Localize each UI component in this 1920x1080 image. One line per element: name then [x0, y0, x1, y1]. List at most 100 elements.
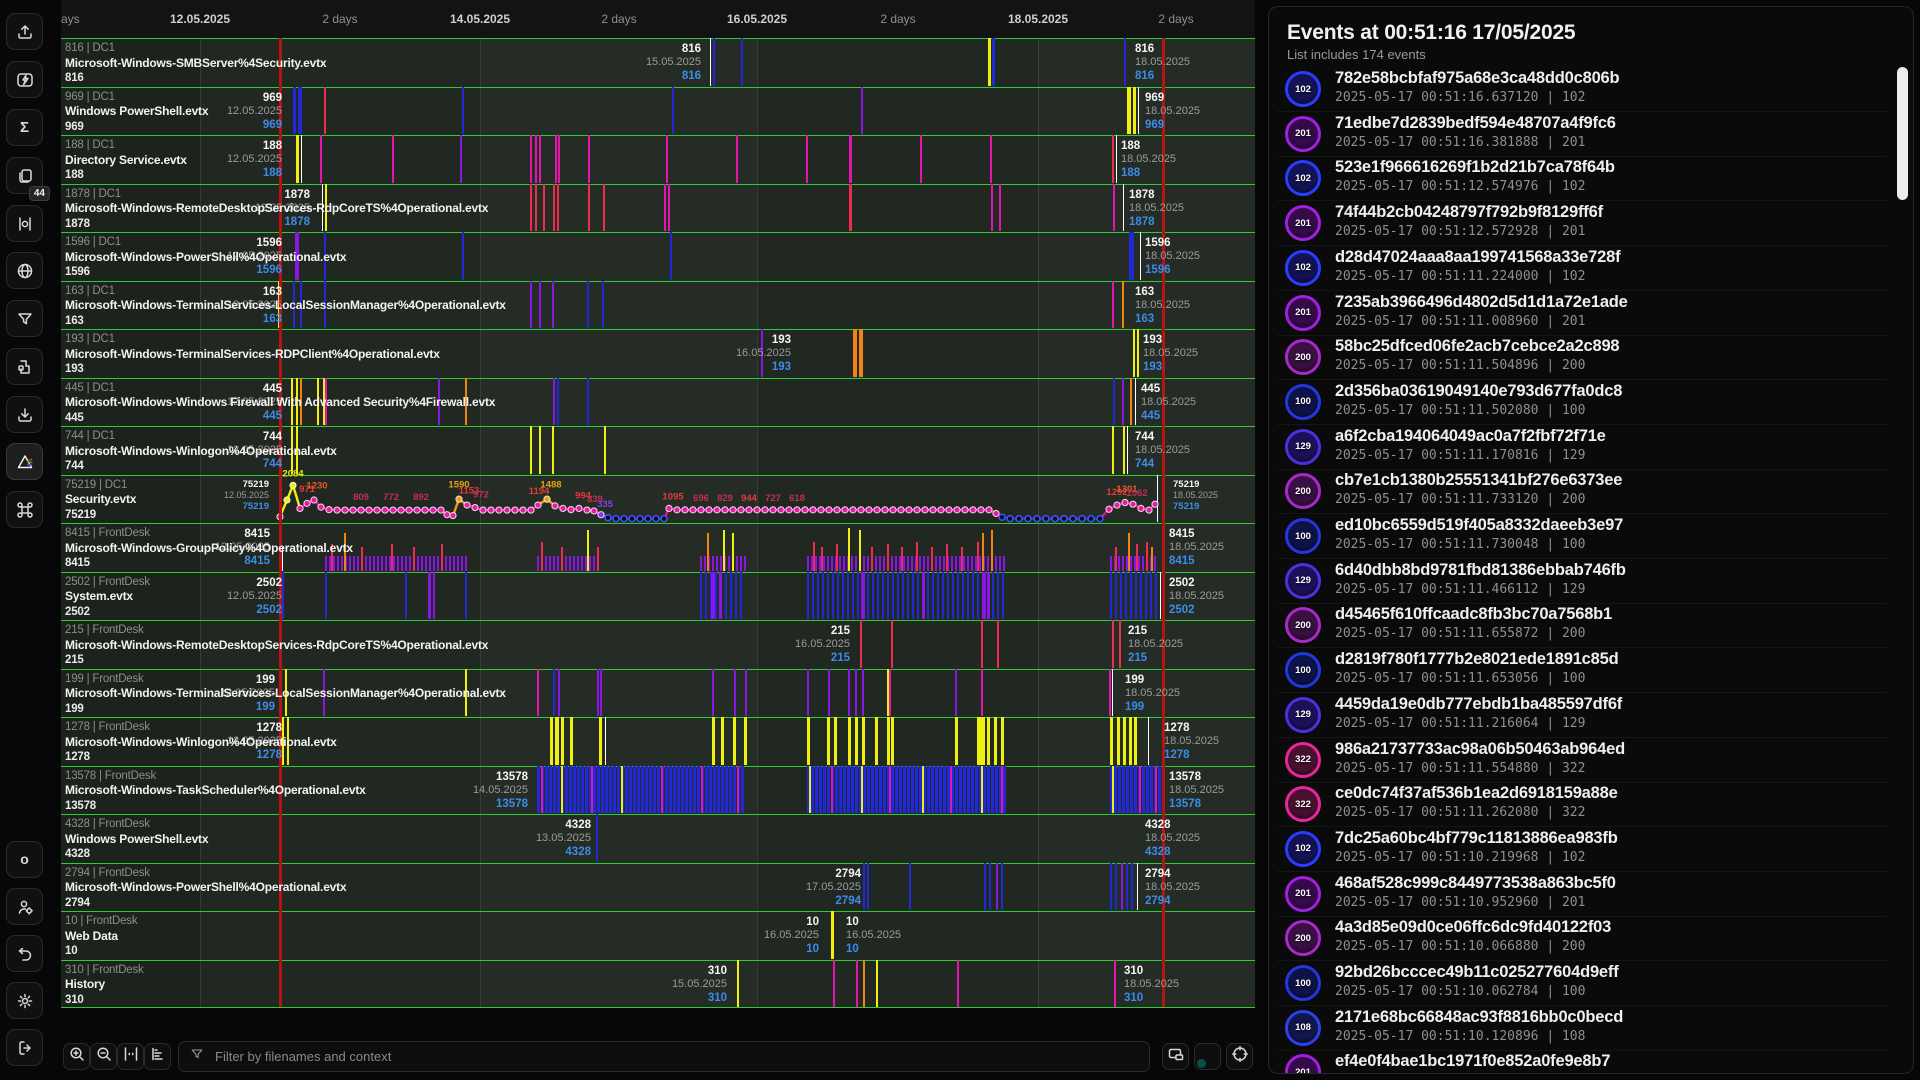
toolbar-button-zoom-out-icon[interactable] [90, 1043, 117, 1070]
sidebar-button-download-icon[interactable] [6, 396, 43, 433]
track-row[interactable]: 44512.05.202544544518.05.2025445445 | DC… [61, 378, 1255, 427]
event-list-item[interactable]: 100ed10bc6559d519f405a8332daeeb3e972025-… [1277, 514, 1887, 559]
time-cursor[interactable] [1162, 38, 1165, 1007]
event-list-item[interactable]: 102523e1f966616269f1b2d21b7ca78f64b2025-… [1277, 156, 1887, 201]
event-list-item[interactable]: 322ce0dc74f37af536b1ea2d6918159a88e2025-… [1277, 782, 1887, 827]
event-bar [553, 378, 555, 426]
track-count: 188 [65, 168, 187, 183]
track-label: 744 | DC1Microsoft-Windows-Winlogon%4Ope… [65, 429, 337, 474]
sidebar-button-copy-icon[interactable]: 44 [6, 157, 43, 194]
event-list-item[interactable]: 100d2819f780f1777b2e8021ede1891c85d2025-… [1277, 648, 1887, 693]
timeline-area[interactable]: ays12.05.20252 days14.05.20252 days16.05… [61, 0, 1255, 1008]
track-row[interactable]: 2084971123080977289215901153972119414889… [61, 475, 1255, 524]
track-row[interactable]: 279417.05.20252794279418.05.202527942794… [61, 863, 1255, 912]
event-list-item[interactable]: 129a6f2cba194064049ac0a7f2fbf72f71e2025-… [1277, 425, 1887, 470]
event-list-item[interactable]: 20171edbe7d2839bedf594e48707a4f9fc62025-… [1277, 112, 1887, 157]
event-id-badge: 201 [1285, 205, 1321, 241]
annotation-date: 18.05.2025 [1145, 832, 1200, 845]
event-bar [1112, 766, 1114, 814]
event-list-item[interactable]: 1002d356ba03619049140e793d677fa0dc82025-… [1277, 380, 1887, 425]
event-list-item[interactable]: 102782e58bcbfaf975a68e3ca48dd0c806b2025-… [1277, 67, 1887, 112]
sidebar-button-command-icon[interactable] [6, 491, 43, 528]
event-list-item[interactable]: 1082171e68bc66848ac93f8816bb0c0becd2025-… [1277, 1006, 1887, 1051]
toolbar-button-pip-icon[interactable] [1162, 1043, 1189, 1070]
event-list-item[interactable]: 322986a21737733ac98a06b50463ab964ed2025-… [1277, 738, 1887, 783]
track-row[interactable]: 74412.05.202574474418.05.2025744744 | DC… [61, 426, 1255, 475]
event-list-item[interactable]: 2017235ab3966496d4802d5d1d1a72e1ade2025-… [1277, 291, 1887, 336]
track-row[interactable]: 1357814.05.2025135781357818.05.202513578… [61, 766, 1255, 815]
event-bar [1122, 556, 1124, 570]
track-row[interactable]: 432813.05.20254328432818.05.202543284328… [61, 814, 1255, 863]
track-row[interactable]: 19316.05.202519319318.05.2025193193 | DC… [61, 329, 1255, 378]
track-row[interactable]: 18812.05.202518818818.05.2025188188 | DC… [61, 135, 1255, 184]
track-row[interactable]: 31015.05.202531031018.05.2025310310 | Fr… [61, 960, 1255, 1009]
event-list-item[interactable]: 201ef4e0f4bae1bc1971f0e852a0fe9e8b7 [1277, 1050, 1887, 1074]
annotation-date: 18.05.2025 [1135, 299, 1190, 312]
timeline-tracks[interactable]: 81615.05.202581681618.05.2025816816 | DC… [61, 38, 1255, 1008]
event-bar [813, 542, 815, 571]
track-row[interactable]: 19912.05.202519919918.05.2025199199 | Fr… [61, 669, 1255, 718]
event-timestamp: 2025-05-17 00:51:16.637120 | 102 [1335, 90, 1585, 105]
event-bar [428, 572, 431, 620]
event-bar [712, 717, 715, 765]
track-row[interactable]: 159612.05.20251596159618.05.202515961596… [61, 232, 1255, 281]
sidebar-button-flow-icon[interactable] [6, 348, 43, 385]
sidebar-button-globe-icon[interactable] [6, 252, 43, 289]
event-list-item[interactable]: 200cb7e1cb1380b25551341bf276e6373ee2025-… [1277, 469, 1887, 514]
event-list-item[interactable]: 201468af528c999c8449773538a863bc5f02025-… [1277, 872, 1887, 917]
sidebar-button-logout-icon[interactable] [6, 1029, 43, 1066]
event-bar [927, 766, 930, 814]
sidebar-button-sigma-icon[interactable]: Σ [6, 109, 43, 146]
sidebar-button-flash-icon[interactable] [6, 61, 43, 98]
track-label: 10 | FrontDeskWeb Data10 [65, 914, 137, 959]
event-list-item[interactable]: 1027dc25a60bc4bf779c11813886ea983fb2025-… [1277, 827, 1887, 872]
event-bar [916, 542, 918, 571]
sidebar-button-distribute-icon[interactable] [6, 205, 43, 242]
event-bar [907, 766, 910, 814]
toolbar-button-zoom-in-icon[interactable] [63, 1043, 90, 1070]
toolbar-button-toggle-on-icon[interactable] [1194, 1043, 1221, 1070]
track-row[interactable]: 250212.05.20252502250218.05.202525022502… [61, 572, 1255, 621]
filter-input[interactable] [213, 1048, 1139, 1065]
sidebar-button-upload-icon[interactable] [6, 13, 43, 50]
event-timestamp: 2025-05-17 00:51:11.504896 | 200 [1335, 358, 1585, 373]
filter-input-box[interactable] [178, 1041, 1150, 1072]
track-row[interactable]: 21516.05.202521521518.05.2025215215 | Fr… [61, 620, 1255, 669]
track-row[interactable]: 127812.05.20251278127818.05.202512781278… [61, 717, 1255, 766]
event-list-item[interactable]: 20174f44b2cb04248797f792b9f8129ff6f2025-… [1277, 201, 1887, 246]
event-list-item[interactable]: 1296d40dbb8bd9781fbd81386ebbab746fb2025-… [1277, 559, 1887, 604]
track-row[interactable]: 187812.05.20251878187818.05.202518781878… [61, 184, 1255, 233]
event-list-item[interactable]: 2004a3d85e09d0ce06ffc6dc9fd40122f032025-… [1277, 916, 1887, 961]
event-list-item[interactable]: 102d28d47024aaa8aa199741568a33e728f2025-… [1277, 246, 1887, 291]
sidebar-button-letter-o-icon[interactable]: o [6, 841, 43, 878]
toolbar-button-fit-width-icon[interactable] [117, 1043, 144, 1070]
sidebar-button-user-settings-icon[interactable] [6, 888, 43, 925]
track-row[interactable]: 1016.05.2025101016.05.20251010 | FrontDe… [61, 911, 1255, 960]
event-list-item[interactable]: 1294459da19e0db777ebdb1ba485597df6f2025-… [1277, 693, 1887, 738]
events-scrollbar-thumb[interactable] [1897, 67, 1908, 200]
sidebar-button-gear-icon[interactable] [6, 982, 43, 1019]
event-bar [721, 766, 724, 814]
event-bar [1114, 766, 1117, 814]
event-list-item[interactable]: 200d45465f610ffcaadc8fb3bc70a7568b12025-… [1277, 603, 1887, 648]
event-bar [823, 766, 826, 814]
track-annotation: 250212.05.20252502 [227, 576, 282, 617]
event-list-item[interactable]: 10092bd26bcccec49b11c025277604d9eff2025-… [1277, 961, 1887, 1006]
track-row[interactable]: 96912.05.202596996918.05.2025969969 | DC… [61, 87, 1255, 136]
sidebar-button-prism-icon[interactable] [6, 443, 43, 480]
event-bar [901, 547, 903, 571]
toolbar-button-target-icon[interactable] [1226, 1043, 1253, 1070]
track-row[interactable]: 16312.05.202516316318.05.2025163163 | DC… [61, 281, 1255, 330]
event-bar [685, 766, 688, 814]
time-cursor[interactable] [279, 38, 282, 1007]
sidebar-button-filter-icon[interactable] [6, 300, 43, 337]
track-label: 1596 | DC1Microsoft-Windows-PowerShell%4… [65, 235, 346, 280]
event-list-item[interactable]: 20058bc25dfced06fe2acb7cebce2a2c8982025-… [1277, 335, 1887, 380]
track-row[interactable]: 81615.05.202581681618.05.2025816816 | DC… [61, 38, 1255, 87]
track-filename: Security.evtx [65, 492, 136, 507]
sidebar-button-undo-icon[interactable] [6, 935, 43, 972]
track-row[interactable]: 841512.05.20258415841518.05.202584158415… [61, 523, 1255, 572]
toolbar-button-histogram-icon[interactable] [144, 1043, 171, 1070]
event-bar [552, 281, 554, 329]
event-bar [600, 669, 602, 717]
